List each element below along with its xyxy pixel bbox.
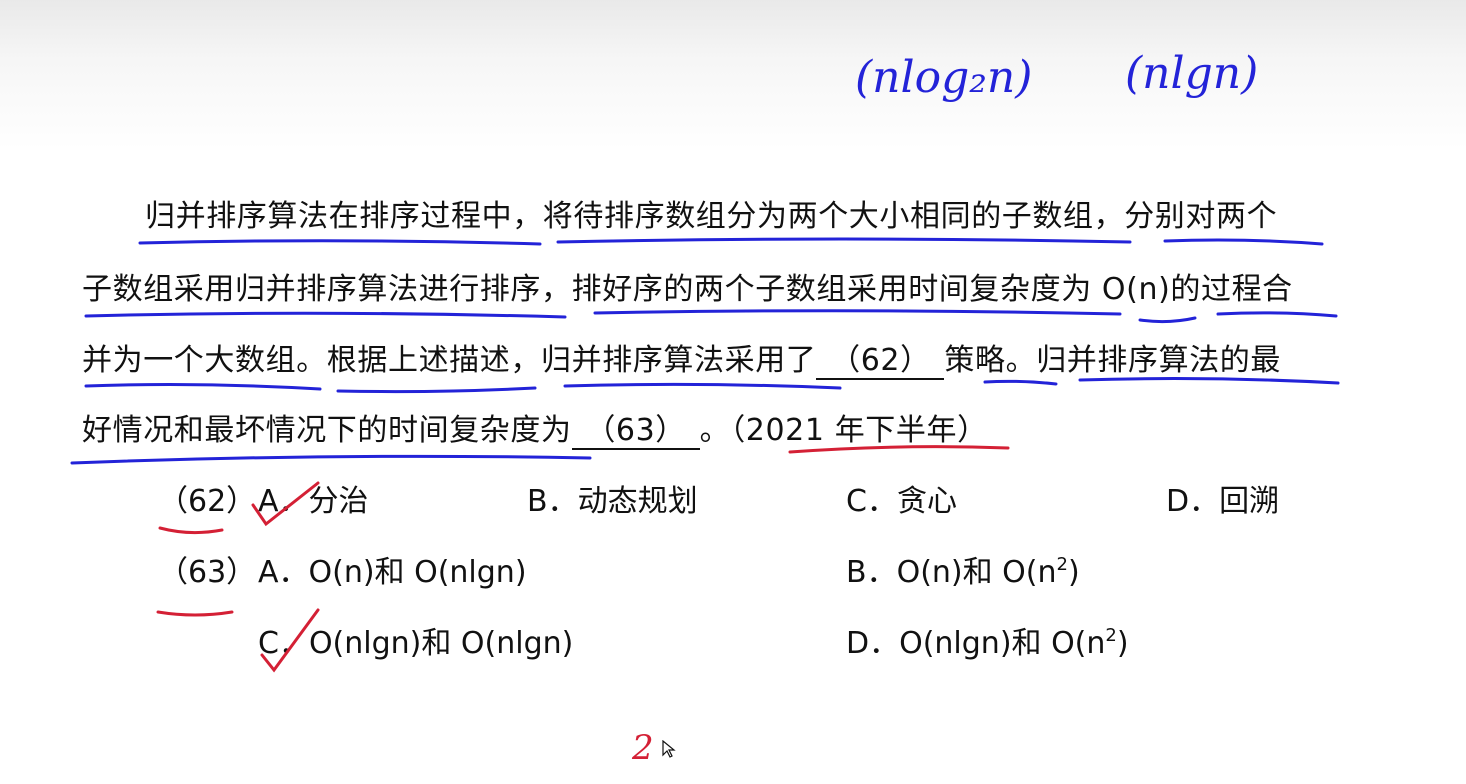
- q63-option-d-text: D．O(nlgn)和 O(n: [846, 626, 1106, 661]
- q63-number: （63）: [158, 555, 257, 590]
- handwritten-nlgn: (nlgn): [1125, 48, 1259, 99]
- mouse-cursor-icon: [662, 740, 676, 758]
- q63-option-d-close: ): [1116, 626, 1129, 661]
- q63-option-d-exponent: 2: [1105, 625, 1117, 646]
- underline-line2-d: [1216, 311, 1338, 318]
- q62-option-d: D．回溯: [1166, 484, 1280, 519]
- q63-option-b-exponent: 2: [1056, 554, 1068, 575]
- underline-line2-c: [1138, 316, 1197, 324]
- question-line-4: 好情况和最坏情况下的时间复杂度为 （63） 。（2021 年下半年）: [82, 411, 988, 451]
- underline-line3-d: [983, 379, 1058, 386]
- underline-line1-a: [138, 239, 542, 246]
- q62-option-b: B．动态规划: [527, 484, 698, 519]
- q62-option-c: C．贪心: [846, 484, 957, 519]
- q63-option-c: C．O(nlgn)和 O(nlgn): [258, 626, 574, 661]
- question-line-4-text-a: 好情况和最坏情况下的时间复杂度为: [82, 413, 572, 448]
- q63-option-a: A．O(n)和 O(nlgn): [258, 555, 527, 590]
- underline-line3-a: [84, 383, 322, 391]
- underline-line3-b: [336, 386, 537, 394]
- blank-63: （63）: [571, 414, 700, 450]
- handwritten-nlog2n: (nlog₂n): [855, 52, 1033, 103]
- underline-line1-b: [556, 237, 1132, 244]
- underline-line3-c: [563, 382, 842, 390]
- question-line-3-text-b: 策略。归并排序算法的最: [944, 343, 1282, 378]
- underline-line1-c: [1163, 238, 1324, 246]
- blank-62: （62）: [816, 344, 945, 380]
- q63-option-b: B．O(n)和 O(n2): [846, 553, 1080, 593]
- underline-q63-number: [156, 610, 234, 617]
- q62-number: （62）: [158, 484, 257, 519]
- q63-option-b-text: B．O(n)和 O(n: [846, 555, 1057, 590]
- q63-option-b-close: ): [1067, 555, 1080, 590]
- underline-line4: [70, 454, 592, 465]
- question-line-4-text-b: 。（2021 年下半年）: [699, 413, 988, 448]
- q63-option-d: D．O(nlgn)和 O(n2): [846, 624, 1129, 664]
- question-line-1: 归并排序算法在排序过程中，将待排序数组分为两个大小相同的子数组，分别对两个: [145, 199, 1278, 234]
- underline-line2-b: [593, 309, 1122, 316]
- question-line-3-text-a: 并为一个大数组。根据上述描述，归并排序算法采用了: [82, 343, 817, 378]
- handwritten-page-mark: 2: [632, 728, 654, 768]
- underline-q62-number: [158, 526, 224, 535]
- underline-line2-a: [84, 311, 567, 319]
- q62-option-a: A．分治: [258, 484, 369, 519]
- question-line-2: 子数组采用归并排序算法进行排序，排好序的两个子数组采用时间复杂度为 O(n)的过…: [82, 272, 1293, 307]
- question-line-3: 并为一个大数组。根据上述描述，归并排序算法采用了 （62） 策略。归并排序算法的最: [82, 341, 1281, 381]
